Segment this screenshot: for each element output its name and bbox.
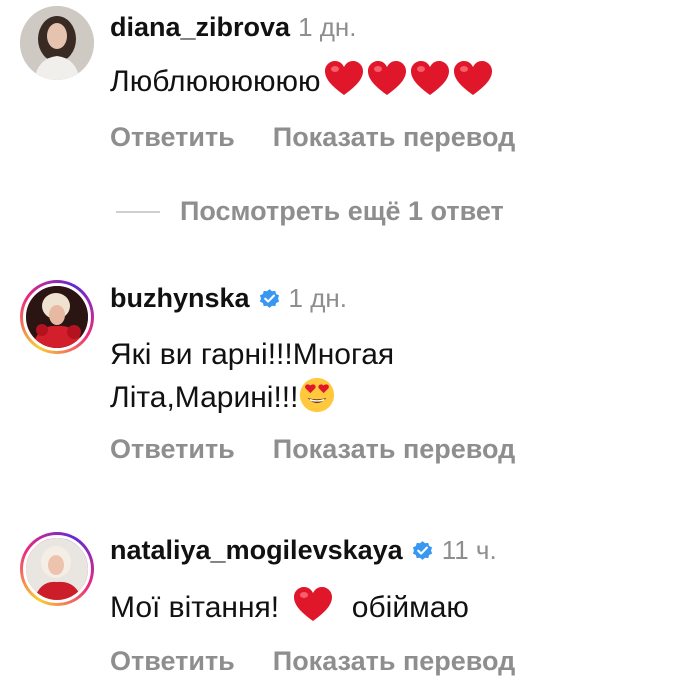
comment-text: Мої вітання! обіймаю xyxy=(110,586,670,629)
heart-eyes-emoji-icon xyxy=(300,377,335,413)
red-heart-emoji-icon xyxy=(294,587,333,621)
verified-badge-icon xyxy=(259,289,279,308)
red-heart-emoji-icon xyxy=(324,61,363,95)
avatar-image xyxy=(26,538,88,600)
timestamp: 1 дн. xyxy=(298,12,357,42)
comment-text-line: Які ви гарні!!!Многая xyxy=(110,338,395,371)
username[interactable]: nataliya_mogilevskaya xyxy=(110,535,403,566)
comment-text-body: обіймаю xyxy=(351,591,469,624)
show-translation-button[interactable]: Показать перевод xyxy=(273,434,516,465)
view-more-replies-button[interactable]: Посмотреть ещё 1 ответ xyxy=(180,196,504,227)
view-more-replies[interactable]: Посмотреть ещё 1 ответ xyxy=(116,196,504,227)
reply-thread-line xyxy=(116,210,160,213)
reply-button[interactable]: Ответить xyxy=(110,646,235,677)
username[interactable]: buzhynska xyxy=(110,283,250,314)
comment-text-line: Літа,Марині!!! xyxy=(110,381,299,414)
show-translation-button[interactable]: Показать перевод xyxy=(273,646,516,677)
comment-text: Люблюююююю xyxy=(110,60,670,103)
comment-text-body: Люблюююююю xyxy=(110,65,321,98)
avatar-image xyxy=(20,6,94,80)
username[interactable]: diana_zibrova xyxy=(110,12,290,43)
timestamp: 11 ч. xyxy=(441,535,497,565)
verified-badge-icon xyxy=(412,541,432,560)
avatar[interactable] xyxy=(20,532,94,606)
red-heart-emoji-icon xyxy=(453,61,492,95)
reply-button[interactable]: Ответить xyxy=(110,434,235,465)
comment-text-body: Мої вітання! xyxy=(110,591,280,624)
comment-text: Які ви гарні!!!Многая Літа,Марині!!! xyxy=(110,334,670,419)
red-heart-emoji-icon xyxy=(410,61,449,95)
red-heart-emoji-icon xyxy=(367,61,406,95)
show-translation-button[interactable]: Показать перевод xyxy=(273,122,516,153)
avatar[interactable] xyxy=(20,6,94,80)
timestamp: 1 дн. xyxy=(288,283,347,313)
avatar-image xyxy=(26,286,88,348)
avatar[interactable] xyxy=(20,280,94,354)
reply-button[interactable]: Ответить xyxy=(110,122,235,153)
